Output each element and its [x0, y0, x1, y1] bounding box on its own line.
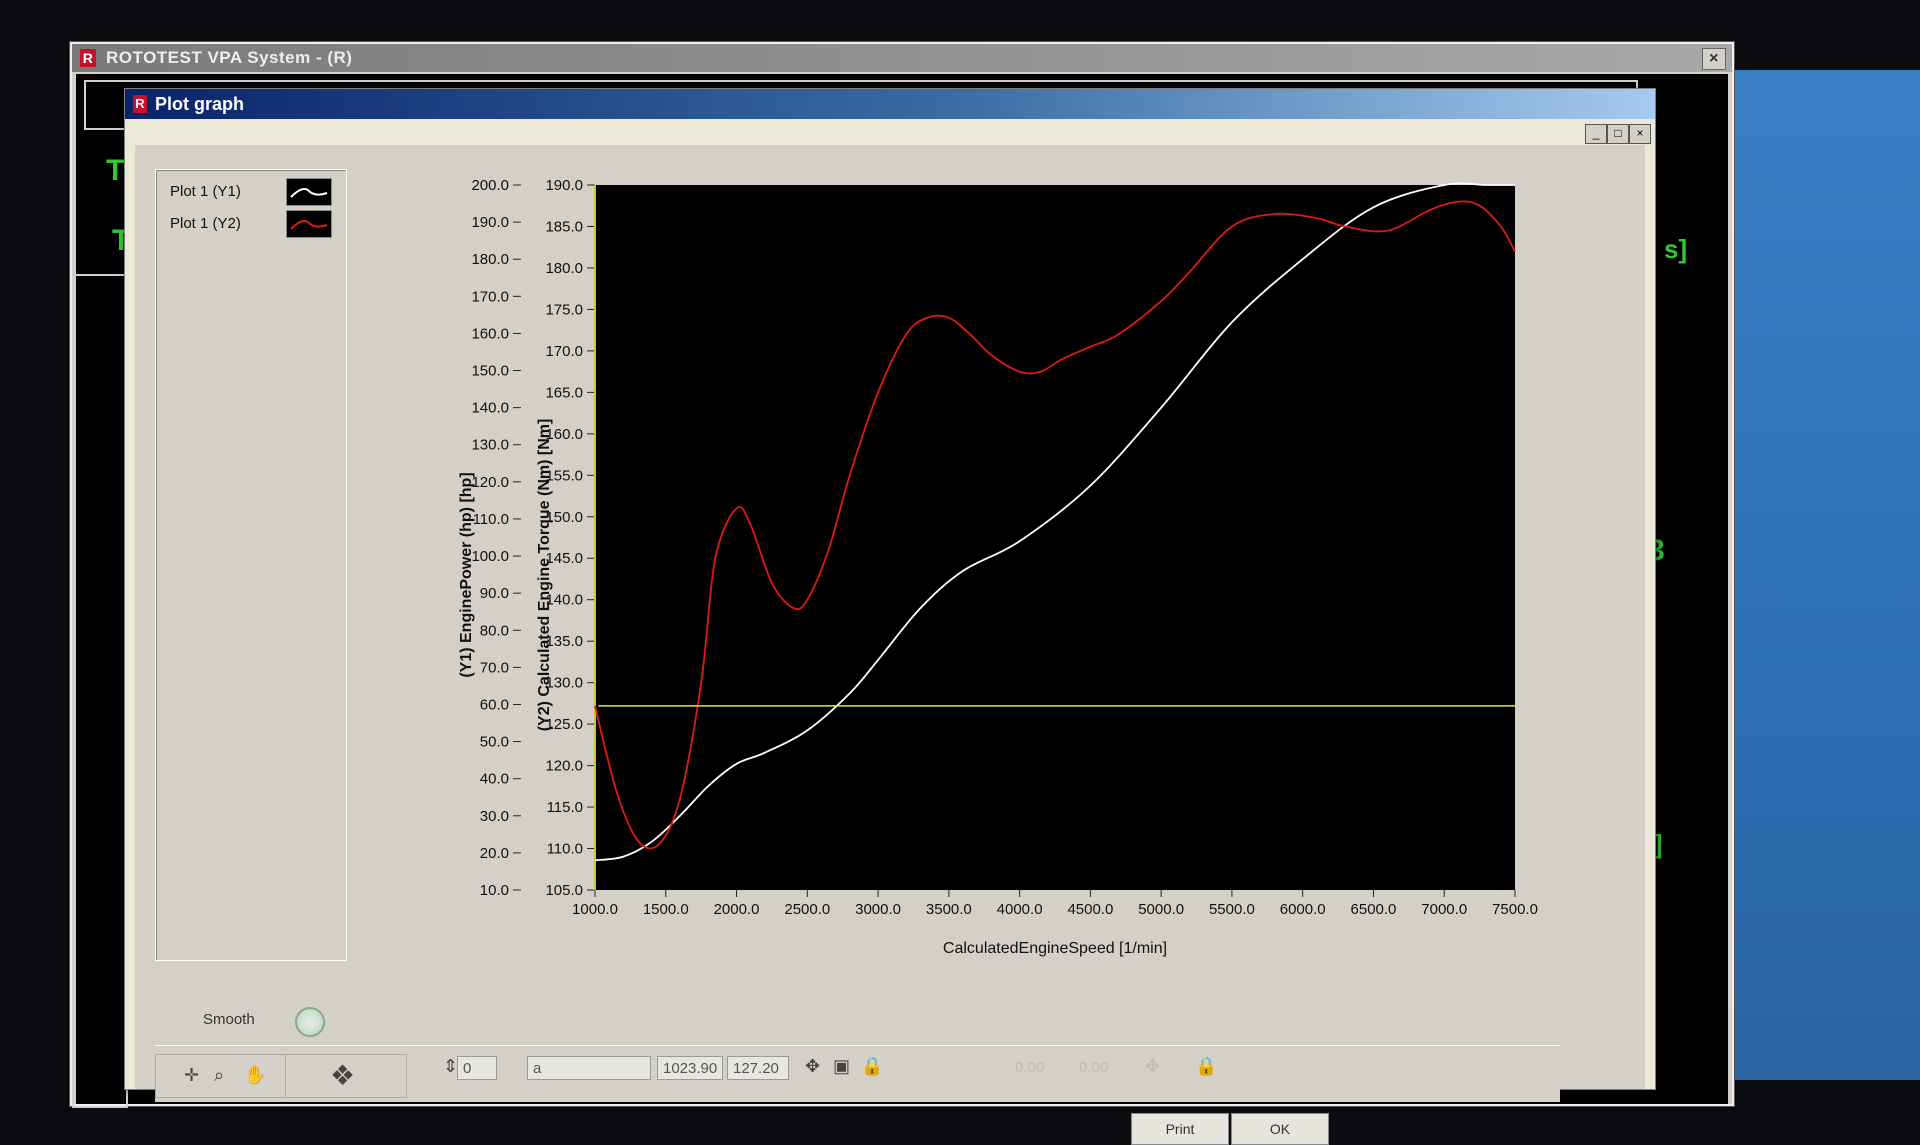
legend-line-icon [290, 188, 328, 198]
x-tick-label: 5000.0 [1138, 901, 1184, 918]
smooth-toggle[interactable] [295, 1007, 325, 1037]
legend-item-label: Plot 1 (Y1) [170, 183, 241, 200]
y1-tick-label: 150.0 [471, 363, 509, 380]
pan-hand-icon[interactable]: ✋ [244, 1065, 266, 1086]
x-tick-label: 1000.0 [572, 901, 618, 918]
y1-tick-label: 190.0 [471, 214, 509, 231]
y1-tick-label: 20.0 [480, 845, 509, 862]
x-axis: 1000.0 1500.0 2000.0 2500.0 3000.0 3500.0 4000… [572, 890, 1538, 918]
side-label-left-1: T [106, 154, 125, 187]
y1-tick-label: 120.0 [471, 474, 509, 491]
lock-icon[interactable]: 🔒 [861, 1056, 883, 1077]
cursor-y-field[interactable]: 127.20 [727, 1056, 789, 1080]
app-logo-icon: R [80, 49, 96, 67]
y2-tick-label: 190.0 [545, 177, 583, 194]
legend-line-icon [290, 220, 328, 230]
y1-tick-label: 180.0 [471, 251, 509, 268]
cursor-style-icon[interactable]: ▣ [833, 1056, 850, 1077]
dim-y-value: 0.00 [1079, 1059, 1109, 1076]
graph-toolbar: ✛ ⌕ ✋ ❖ ⇕ 0 a 1023.90 127.20 ✥ ▣ 🔒 0.00 … [155, 1045, 1560, 1102]
y2-axis-label: (Y2) Calculated Engine Torque (Nm) [Nm] [536, 419, 553, 732]
dialog-titlebar: R Plot graph [125, 89, 1655, 119]
smooth-label: Smooth [203, 1011, 255, 1028]
x-tick-label: 6000.0 [1280, 901, 1326, 918]
y2-tick-label: 165.0 [545, 384, 583, 401]
crosshair-icon[interactable]: ✛ [184, 1065, 199, 1086]
x-tick-label: 1500.0 [643, 901, 689, 918]
maximize-button[interactable]: □ [1607, 124, 1629, 144]
y1-tick-label: 200.0 [471, 177, 509, 194]
x-axis-label: CalculatedEngineSpeed [1/min] [943, 940, 1167, 957]
y1-tick-label: 130.0 [471, 437, 509, 454]
zoom-tools: ✛ ⌕ ✋ [155, 1054, 287, 1098]
zoom-icon[interactable]: ⌕ [214, 1065, 224, 1086]
navigation-diamond-icon[interactable]: ❖ [330, 1059, 355, 1092]
y1-axis-label: (Y1) EnginePower (hp) [hp] [458, 472, 475, 677]
x-tick-label: 4000.0 [997, 901, 1043, 918]
app-panel-left [72, 274, 128, 1108]
dialog-content: Plot 1 (Y1) Plot 1 (Y2) Smooth 10.0 20.0 3… [135, 145, 1645, 1145]
app-title: ROTOTEST VPA System - (R) [106, 48, 353, 67]
y1-tick-label: 50.0 [480, 734, 509, 751]
cursor-name-field[interactable]: a [527, 1056, 651, 1080]
x-tick-label: 3500.0 [926, 901, 972, 918]
y1-tick-label: 100.0 [471, 548, 509, 565]
legend-swatch-y1 [286, 178, 332, 206]
y1-tick-label: 80.0 [480, 622, 509, 639]
y1-axis: 10.0 20.0 30.0 40.0 50.0 60.0 70.0 80.0 90.0 100.… [471, 177, 521, 899]
x-tick-label: 5500.0 [1209, 901, 1255, 918]
x-tick-label: 3000.0 [855, 901, 901, 918]
x-tick-label: 2000.0 [714, 901, 760, 918]
y1-tick-label: 30.0 [480, 808, 509, 825]
move-cursor-icon[interactable]: ✥ [805, 1056, 820, 1077]
x-tick-label: 2500.0 [784, 901, 830, 918]
legend-swatch-y2 [286, 210, 332, 238]
dialog-title: Plot graph [155, 94, 244, 114]
y1-tick-label: 160.0 [471, 325, 509, 342]
plot-chart: 10.0 20.0 30.0 40.0 50.0 60.0 70.0 80.0 90.0 100.… [458, 177, 1538, 957]
y1-tick-label: 170.0 [471, 288, 509, 305]
legend-item-label: Plot 1 (Y2) [170, 215, 241, 232]
ok-button[interactable]: OK [1231, 1113, 1329, 1145]
y1-tick-label: 70.0 [480, 659, 509, 676]
y2-tick-label: 170.0 [545, 343, 583, 360]
legend-item-y1[interactable]: Plot 1 (Y1) [170, 180, 241, 204]
y2-tick-label: 120.0 [545, 758, 583, 775]
move-cursor-icon-disabled: ✥ [1145, 1056, 1161, 1076]
index-field[interactable]: 0 [457, 1056, 497, 1080]
cursor-x-field[interactable]: 1023.90 [657, 1056, 723, 1080]
app-close-button[interactable]: × [1702, 48, 1726, 70]
y1-tick-label: 110.0 [473, 511, 509, 528]
y2-tick-label: 105.0 [545, 882, 583, 899]
app-titlebar: R ROTOTEST VPA System - (R) × [72, 44, 1732, 72]
y1-tick-label: 10.0 [480, 882, 509, 899]
dialog-logo-icon: R [133, 95, 147, 113]
index-stepper-icon[interactable]: ⇕ [443, 1056, 458, 1077]
plot-area-background [595, 185, 1515, 890]
minimize-button[interactable]: _ [1585, 124, 1607, 144]
y1-tick-label: 90.0 [480, 585, 509, 602]
x-tick-label: 4500.0 [1067, 901, 1113, 918]
y2-tick-label: 185.0 [545, 218, 583, 235]
side-label-right-1: s] [1664, 234, 1688, 264]
plot-legend: Plot 1 (Y1) Plot 1 (Y2) [155, 169, 347, 961]
print-button[interactable]: Print [1131, 1113, 1229, 1145]
y2-tick-label: 175.0 [545, 301, 583, 318]
navigation-pad: ❖ [285, 1054, 407, 1098]
x-tick-label: 7000.0 [1421, 901, 1467, 918]
y2-tick-label: 110.0 [547, 841, 583, 858]
x-tick-label: 7500.0 [1492, 901, 1538, 918]
legend-item-y2[interactable]: Plot 1 (Y2) [170, 212, 241, 236]
plot-graph-dialog: R Plot graph _ □ × Plot 1 (Y1) Plot 1 (Y… [124, 88, 1656, 1145]
close-button[interactable]: × [1629, 124, 1651, 144]
dim-x-value: 0.00 [1015, 1059, 1045, 1076]
y2-tick-label: 180.0 [545, 260, 583, 277]
lock-icon-disabled: 🔒 [1195, 1056, 1218, 1076]
y1-tick-label: 140.0 [471, 400, 509, 417]
x-tick-label: 6500.0 [1351, 901, 1397, 918]
y1-tick-label: 40.0 [480, 771, 509, 788]
y2-tick-label: 115.0 [547, 799, 583, 816]
y1-tick-label: 60.0 [480, 696, 509, 713]
